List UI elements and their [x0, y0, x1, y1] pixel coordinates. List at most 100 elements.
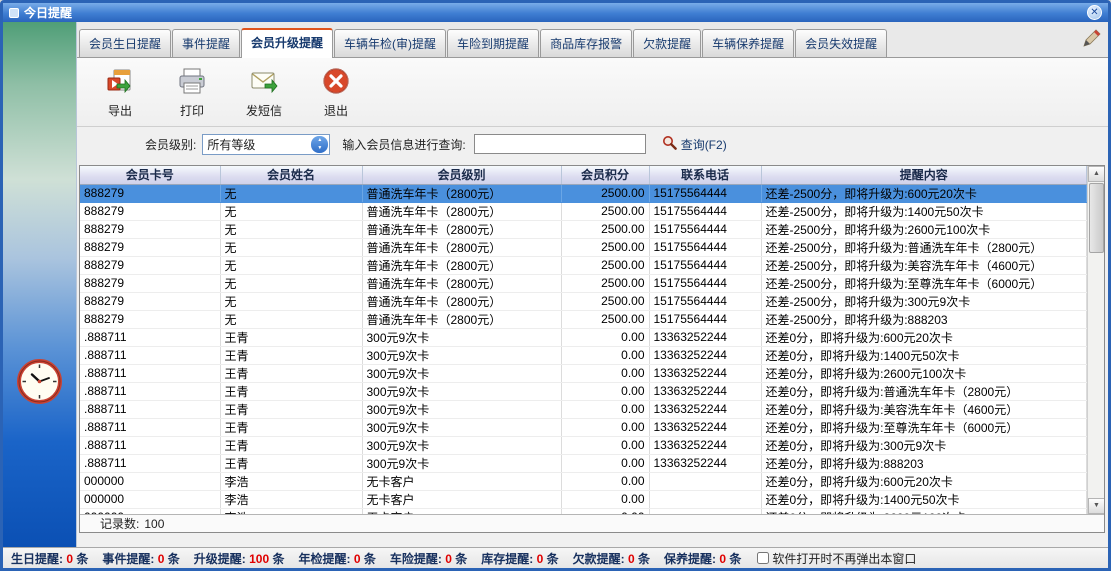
table-row[interactable]: 000000李浩无卡客户0.00还差0分，即将升级为:2600元100次卡: [80, 508, 1087, 514]
col-header-name[interactable]: 会员姓名: [220, 166, 362, 184]
table-cell: 还差-2500分，即将升级为:300元9次卡: [761, 292, 1087, 310]
sms-label: 发短信: [246, 102, 282, 119]
exit-button[interactable]: 退出: [307, 63, 365, 121]
table-cell: 普通洗车年卡（2800元）: [362, 220, 561, 238]
table-row[interactable]: .888711王青300元9次卡0.0013363252244还差0分，即将升级…: [80, 436, 1087, 454]
table-cell: 李浩: [220, 472, 362, 490]
sms-button[interactable]: 发短信: [235, 63, 293, 121]
tab-event[interactable]: 事件提醒: [172, 29, 240, 57]
table-row[interactable]: .888711王青300元9次卡0.0013363252244还差0分，即将升级…: [80, 418, 1087, 436]
window-title: 今日提醒: [24, 4, 72, 21]
table-row[interactable]: .888711王青300元9次卡0.0013363252244还差0分，即将升级…: [80, 346, 1087, 364]
filter-row: 会员级别: 所有等级 ▲▼ 输入会员信息进行查询: 查询(F2): [77, 127, 1108, 161]
table-cell: 0.00: [561, 418, 649, 436]
grid-area: 会员卡号 会员姓名 会员级别 会员积分 联系电话 提醒内容 888279无普通洗…: [80, 166, 1104, 514]
col-header-content[interactable]: 提醒内容: [761, 166, 1087, 184]
table-cell: 王青: [220, 328, 362, 346]
table-cell: 13363252244: [649, 400, 761, 418]
table-row[interactable]: 888279无普通洗车年卡（2800元）2500.0015175564444还差…: [80, 238, 1087, 256]
export-button[interactable]: 导出: [91, 63, 149, 121]
table-cell: 0.00: [561, 472, 649, 490]
table-cell: [649, 490, 761, 508]
status-bar: 生日提醒: 0 条事件提醒: 0 条升级提醒: 100 条年检提醒: 0 条车险…: [3, 547, 1108, 568]
col-header-points[interactable]: 会员积分: [561, 166, 649, 184]
table-cell: 无: [220, 238, 362, 256]
export-label: 导出: [108, 102, 132, 119]
table-row[interactable]: 888279无普通洗车年卡（2800元）2500.0015175564444还差…: [80, 202, 1087, 220]
table-cell: 0.00: [561, 490, 649, 508]
tab-inventory[interactable]: 商品库存报警: [540, 29, 632, 57]
pen-icon[interactable]: [1080, 28, 1102, 50]
table-cell: 还差0分，即将升级为:600元20次卡: [761, 328, 1087, 346]
table-row[interactable]: 888279无普通洗车年卡（2800元）2500.0015175564444还差…: [80, 256, 1087, 274]
table-cell: 13363252244: [649, 436, 761, 454]
table-cell: 还差-2500分，即将升级为:美容洗车年卡（4600元）: [761, 256, 1087, 274]
table-row[interactable]: .888711王青300元9次卡0.0013363252244还差0分，即将升级…: [80, 400, 1087, 418]
table-cell: 王青: [220, 382, 362, 400]
tab-inspection[interactable]: 车辆年检(审)提醒: [334, 29, 446, 57]
table-cell: 300元9次卡: [362, 328, 561, 346]
print-icon: [177, 66, 207, 99]
tab-insurance[interactable]: 车险到期提醒: [447, 29, 539, 57]
col-header-phone[interactable]: 联系电话: [649, 166, 761, 184]
search-input[interactable]: [474, 134, 646, 154]
table-cell: 无: [220, 274, 362, 292]
vertical-scrollbar[interactable]: ▲ ▼: [1087, 166, 1104, 514]
table-row[interactable]: 000000李浩无卡客户0.00还差0分，即将升级为:1400元50次卡: [80, 490, 1087, 508]
col-header-card[interactable]: 会员卡号: [80, 166, 220, 184]
table-cell: 13363252244: [649, 418, 761, 436]
table-row[interactable]: 888279无普通洗车年卡（2800元）2500.0015175564444还差…: [80, 220, 1087, 238]
table-cell: 还差0分，即将升级为:300元9次卡: [761, 436, 1087, 454]
table-row[interactable]: .888711王青300元9次卡0.0013363252244还差0分，即将升级…: [80, 454, 1087, 472]
table-cell: 普通洗车年卡（2800元）: [362, 256, 561, 274]
table-cell: 还差0分，即将升级为:普通洗车年卡（2800元）: [761, 382, 1087, 400]
table-row[interactable]: 888279无普通洗车年卡（2800元）2500.0015175564444还差…: [80, 310, 1087, 328]
magnifier-icon: [662, 135, 677, 153]
table-cell: 15175564444: [649, 310, 761, 328]
table-row[interactable]: 888279无普通洗车年卡（2800元）2500.0015175564444还差…: [80, 184, 1087, 202]
scroll-down-icon[interactable]: ▼: [1088, 498, 1104, 514]
table-cell: 000000: [80, 472, 220, 490]
table-row[interactable]: 000000李浩无卡客户0.00还差0分，即将升级为:600元20次卡: [80, 472, 1087, 490]
table-row[interactable]: .888711王青300元9次卡0.0013363252244还差0分，即将升级…: [80, 382, 1087, 400]
level-combobox[interactable]: 所有等级 ▲▼: [202, 134, 330, 155]
status-item: 年检提醒: 0 条: [298, 550, 375, 567]
table-cell: 还差0分，即将升级为:1400元50次卡: [761, 490, 1087, 508]
table-cell: .888711: [80, 400, 220, 418]
table-cell: 888279: [80, 184, 220, 202]
table-cell: 还差-2500分，即将升级为:2600元100次卡: [761, 220, 1087, 238]
table-cell: 13363252244: [649, 346, 761, 364]
table-cell: 王青: [220, 418, 362, 436]
table-cell: 15175564444: [649, 256, 761, 274]
spinner-icon[interactable]: ▲▼: [311, 136, 328, 153]
main-panel: 会员生日提醒 事件提醒 会员升级提醒 车辆年检(审)提醒 车险到期提醒 商品库存…: [76, 22, 1108, 547]
table-cell: 无: [220, 184, 362, 202]
table-cell: .888711: [80, 418, 220, 436]
col-header-level[interactable]: 会员级别: [362, 166, 561, 184]
status-item: 生日提醒: 0 条: [11, 550, 88, 567]
table-cell: 0.00: [561, 508, 649, 514]
scroll-up-icon[interactable]: ▲: [1088, 166, 1104, 182]
table-cell: 300元9次卡: [362, 418, 561, 436]
close-icon[interactable]: ✕: [1087, 5, 1102, 20]
table-row[interactable]: .888711王青300元9次卡0.0013363252244还差0分，即将升级…: [80, 364, 1087, 382]
upgrade-table: 会员卡号 会员姓名 会员级别 会员积分 联系电话 提醒内容 888279无普通洗…: [80, 166, 1087, 514]
tab-expiry[interactable]: 会员失效提醒: [795, 29, 887, 57]
exit-label: 退出: [324, 102, 348, 119]
tab-maintenance[interactable]: 车辆保养提醒: [702, 29, 794, 57]
table-cell: 888279: [80, 238, 220, 256]
query-button[interactable]: 查询(F2): [662, 135, 727, 153]
query-label: 查询(F2): [681, 136, 727, 153]
scrollbar-thumb[interactable]: [1089, 183, 1104, 253]
no-popup-checkbox[interactable]: [757, 552, 769, 564]
tab-upgrade[interactable]: 会员升级提醒: [241, 28, 333, 58]
table-cell: 王青: [220, 436, 362, 454]
tab-debt[interactable]: 欠款提醒: [633, 29, 701, 57]
table-row[interactable]: 888279无普通洗车年卡（2800元）2500.0015175564444还差…: [80, 274, 1087, 292]
print-button[interactable]: 打印: [163, 63, 221, 121]
tab-birthday[interactable]: 会员生日提醒: [79, 29, 171, 57]
table-cell: 2500.00: [561, 184, 649, 202]
table-row[interactable]: 888279无普通洗车年卡（2800元）2500.0015175564444还差…: [80, 292, 1087, 310]
table-row[interactable]: .888711王青300元9次卡0.0013363252244还差0分，即将升级…: [80, 328, 1087, 346]
table-cell: 普通洗车年卡（2800元）: [362, 238, 561, 256]
